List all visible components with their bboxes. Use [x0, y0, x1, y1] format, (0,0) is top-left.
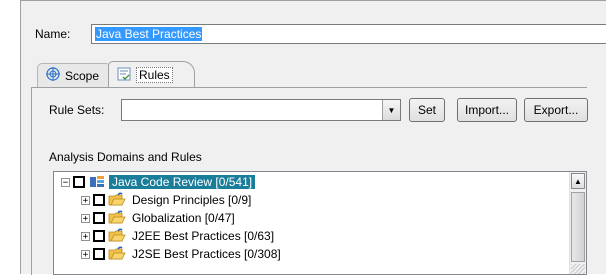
- code-review-icon: [88, 174, 106, 190]
- tree-item-label: Globalization [0/47]: [132, 211, 235, 225]
- tab-scope-label: Scope: [65, 68, 100, 83]
- expand-icon[interactable]: +: [81, 213, 90, 223]
- tree-item-j2ee-best-practices[interactable]: + J2EE Best Practices [0/63]: [81, 227, 277, 245]
- rule-sets-select[interactable]: ▼: [121, 99, 401, 121]
- tree-item-java-code-review[interactable]: − Java Code Review [0/541]: [61, 173, 256, 191]
- name-label: Name:: [35, 27, 71, 41]
- expand-icon[interactable]: +: [81, 249, 90, 259]
- folder-icon: [108, 246, 126, 262]
- rules-tree[interactable]: − Java Code Review [0/541] + Design Prin…: [53, 171, 587, 275]
- rule-sets-label: Rule Sets:: [49, 103, 105, 117]
- tab-rules[interactable]: Rules: [108, 61, 195, 88]
- collapse-icon[interactable]: −: [61, 177, 70, 187]
- tab-rules-label: Rules: [136, 67, 173, 83]
- domains-label: Analysis Domains and Rules: [49, 150, 202, 164]
- tree-item-checkbox[interactable]: [73, 176, 85, 188]
- scroll-up-icon[interactable]: ▲: [571, 173, 585, 189]
- tree-item-label: J2SE Best Practices [0/308]: [132, 247, 281, 261]
- tree-item-globalization[interactable]: + Globalization [0/47]: [81, 209, 238, 227]
- scrollbar-track[interactable]: [571, 264, 585, 274]
- tree-item-design-principles[interactable]: + Design Principles [0/9]: [81, 191, 254, 209]
- tree-scrollbar[interactable]: ▲: [569, 172, 586, 274]
- tree-item-checkbox[interactable]: [93, 230, 105, 242]
- tree-item-j2se-best-practices[interactable]: + J2SE Best Practices [0/308]: [81, 245, 284, 263]
- folder-icon: [108, 210, 126, 226]
- folder-icon: [108, 228, 126, 244]
- tree-item-checkbox[interactable]: [93, 248, 105, 260]
- import-button[interactable]: Import...: [457, 98, 517, 122]
- tree-item-label: Design Principles [0/9]: [132, 193, 252, 207]
- tab-scope[interactable]: Scope: [37, 63, 111, 87]
- tree-item-checkbox[interactable]: [93, 212, 105, 224]
- rules-icon: [117, 67, 131, 84]
- name-field[interactable]: Java Best Practices: [91, 24, 606, 44]
- tree-item-label: J2EE Best Practices [0/63]: [132, 229, 275, 243]
- name-field-value: Java Best Practices: [95, 27, 203, 41]
- scrollbar-thumb[interactable]: [571, 192, 585, 262]
- tree-item-label: Java Code Review [0/541]: [109, 175, 256, 189]
- chevron-down-icon[interactable]: ▼: [382, 100, 400, 120]
- export-button[interactable]: Export...: [524, 98, 588, 122]
- expand-icon[interactable]: +: [81, 195, 90, 205]
- set-button[interactable]: Set: [409, 98, 445, 122]
- target-icon: [46, 67, 60, 84]
- expand-icon[interactable]: +: [81, 231, 90, 241]
- tree-item-checkbox[interactable]: [93, 194, 105, 206]
- rule-config-panel: Name: Java Best Practices Scope Rules Ru…: [20, 0, 606, 275]
- folder-icon: [108, 192, 126, 208]
